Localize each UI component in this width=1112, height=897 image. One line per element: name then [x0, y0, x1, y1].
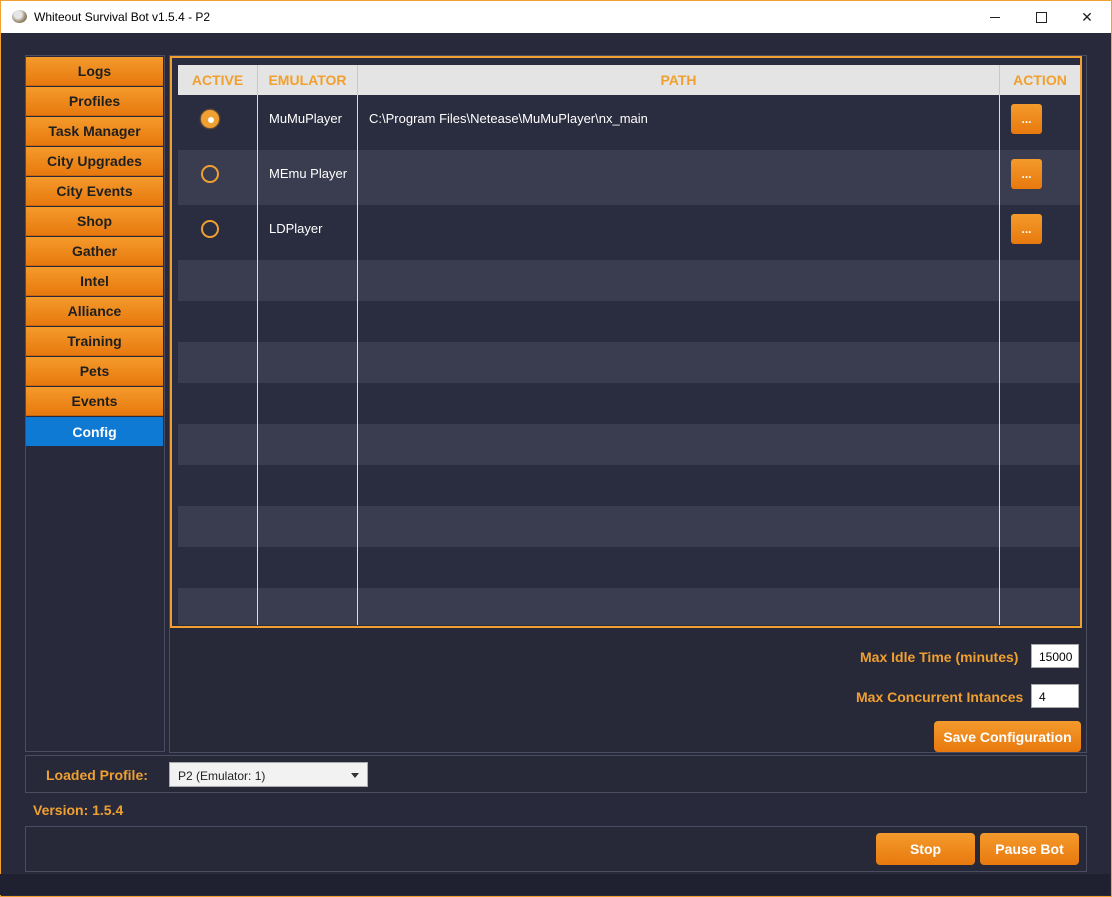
emulator-name: MuMuPlayer — [269, 111, 342, 126]
close-icon: ✕ — [1081, 8, 1093, 25]
sidebar-item-intel[interactable]: Intel — [26, 267, 163, 296]
empty-row — [178, 547, 1080, 588]
stop-button[interactable]: Stop — [876, 833, 975, 865]
browse-path-button[interactable]: ... — [1011, 214, 1042, 244]
profile-select[interactable]: P2 (Emulator: 1) — [169, 762, 368, 787]
minimize-icon — [990, 16, 1000, 18]
sidebar-item-gather[interactable]: Gather — [26, 237, 163, 266]
profile-select-value: P2 (Emulator: 1) — [178, 769, 266, 783]
chevron-down-icon — [351, 773, 359, 778]
column-divider — [999, 95, 1000, 625]
emulator-path: C:\Program Files\Netease\MuMuPlayer\nx_m… — [369, 111, 648, 126]
sidebar-item-pets[interactable]: Pets — [26, 357, 163, 386]
close-button[interactable]: ✕ — [1064, 1, 1110, 33]
minimize-button[interactable] — [972, 1, 1018, 33]
empty-row — [178, 301, 1080, 342]
header-action[interactable]: ACTION — [1000, 65, 1080, 95]
sidebar-item-alliance[interactable]: Alliance — [26, 297, 163, 326]
max-concurrent-input[interactable]: 4 — [1031, 684, 1079, 708]
empty-row — [178, 424, 1080, 465]
empty-row — [178, 383, 1080, 424]
empty-row — [178, 465, 1080, 506]
header-emulator[interactable]: EMULATOR — [258, 65, 358, 95]
app-logo-icon — [12, 10, 27, 23]
sidebar-item-city-events[interactable]: City Events — [26, 177, 163, 206]
title-bar: Whiteout Survival Bot v1.5.4 - P2 ✕ — [1, 1, 1111, 33]
sidebar-item-training[interactable]: Training — [26, 327, 163, 356]
loaded-profile-label: Loaded Profile: — [46, 767, 148, 783]
header-active[interactable]: ACTIVE — [178, 65, 258, 95]
empty-row — [178, 506, 1080, 547]
active-radio-mumuplayer[interactable] — [201, 110, 219, 128]
sidebar-item-config[interactable]: Config — [26, 417, 163, 446]
maximize-icon — [1035, 11, 1047, 23]
pause-bot-button[interactable]: Pause Bot — [980, 833, 1079, 865]
maximize-button[interactable] — [1018, 1, 1064, 33]
sidebar-item-task-manager[interactable]: Task Manager — [26, 117, 163, 146]
table-header: ACTIVE EMULATOR PATH ACTION — [178, 65, 1080, 95]
bottom-edge — [0, 874, 1110, 895]
version-label: Version: 1.5.4 — [33, 802, 124, 818]
sidebar-item-profiles[interactable]: Profiles — [26, 87, 163, 116]
max-concurrent-label: Max Concurrent Intances — [856, 689, 1024, 705]
window-title: Whiteout Survival Bot v1.5.4 - P2 — [34, 10, 211, 24]
empty-row — [178, 588, 1080, 625]
sidebar-item-shop[interactable]: Shop — [26, 207, 163, 236]
emulator-table: ACTIVE EMULATOR PATH ACTION MuMuPlayer C… — [170, 56, 1082, 628]
save-configuration-button[interactable]: Save Configuration — [934, 721, 1081, 752]
emulator-name: LDPlayer — [269, 221, 323, 236]
browse-path-button[interactable]: ... — [1011, 159, 1042, 189]
empty-row — [178, 260, 1080, 301]
browse-path-button[interactable]: ... — [1011, 104, 1042, 134]
active-radio-memu[interactable] — [201, 165, 219, 183]
max-idle-label: Max Idle Time (minutes) — [860, 649, 1019, 665]
column-divider — [257, 95, 258, 625]
header-path[interactable]: PATH — [358, 65, 1000, 95]
sidebar-item-events[interactable]: Events — [26, 387, 163, 416]
sidebar-item-logs[interactable]: Logs — [26, 57, 163, 86]
sidebar-item-city-upgrades[interactable]: City Upgrades — [26, 147, 163, 176]
table-body: MuMuPlayer C:\Program Files\Netease\MuMu… — [178, 95, 1080, 625]
empty-row — [178, 342, 1080, 383]
emulator-name: MEmu Player — [269, 166, 348, 181]
max-idle-input[interactable]: 15000 — [1031, 644, 1079, 668]
column-divider — [357, 95, 358, 625]
active-radio-ldplayer[interactable] — [201, 220, 219, 238]
